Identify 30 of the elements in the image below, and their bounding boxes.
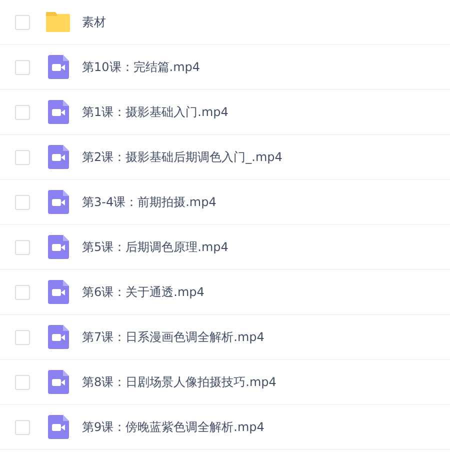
video-file-icon [48, 370, 68, 394]
video-file-icon [48, 100, 68, 124]
checkbox[interactable] [15, 194, 30, 210]
video-file-icon [48, 190, 68, 214]
file-name[interactable]: 第10课：完结篇.mp4 [82, 58, 200, 76]
file-name[interactable]: 第3-4课：前期拍摄.mp4 [82, 194, 216, 210]
folder-icon [45, 11, 71, 33]
checkbox[interactable] [15, 240, 30, 254]
video-file-icon [48, 415, 68, 439]
video-file-icon [48, 55, 68, 79]
file-name[interactable]: 第8课：日剧场景人像拍摄技巧.mp4 [82, 374, 276, 390]
file-name[interactable]: 第6课：关于通透.mp4 [82, 284, 204, 300]
checkbox[interactable] [15, 420, 30, 434]
file-name[interactable]: 素材 [82, 14, 106, 30]
file-name[interactable]: 第1课：摄影基础入门.mp4 [82, 104, 228, 120]
video-file-icon [48, 145, 68, 169]
checkbox[interactable] [15, 104, 30, 120]
checkbox[interactable] [15, 374, 30, 390]
video-file-icon [48, 325, 68, 349]
checkbox[interactable] [15, 330, 30, 344]
checkbox[interactable] [15, 150, 30, 164]
video-file-icon [48, 280, 68, 304]
checkbox[interactable] [15, 284, 30, 300]
checkbox[interactable] [15, 60, 30, 74]
video-file-icon [48, 235, 68, 259]
file-name[interactable]: 第2课：摄影基础后期调色入门_.mp4 [82, 148, 282, 166]
checkbox[interactable] [15, 14, 30, 30]
file-name[interactable]: 第5课：后期调色原理.mp4 [82, 238, 228, 256]
file-name[interactable]: 第7课：日系漫画色调全解析.mp4 [82, 328, 264, 346]
file-name[interactable]: 第9课：傍晚蓝紫色调全解析.mp4 [82, 418, 264, 436]
